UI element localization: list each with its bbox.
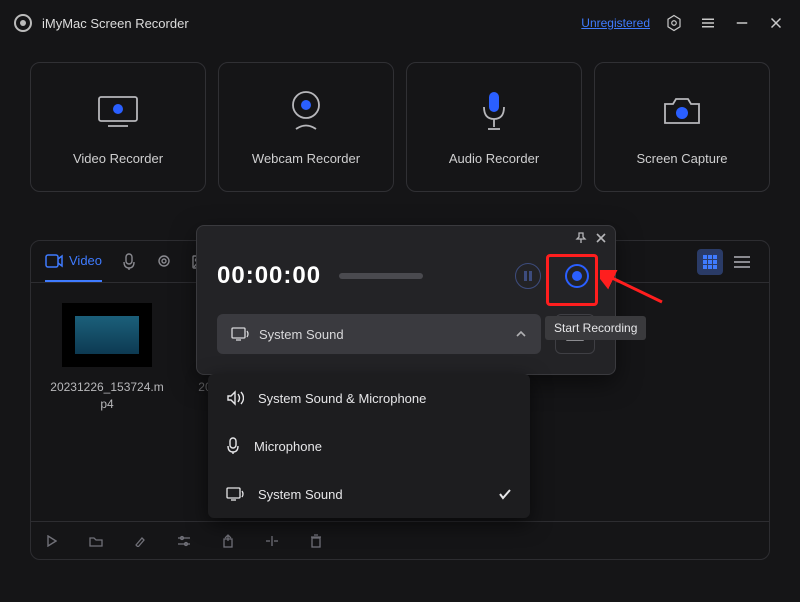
library-footer: [31, 521, 769, 559]
dropdown-item-label: System Sound: [258, 487, 343, 502]
pin-icon[interactable]: [575, 232, 587, 244]
dropdown-item-label: Microphone: [254, 439, 322, 454]
app-window: iMyMac Screen Recorder Unregistered Vide…: [0, 0, 800, 602]
tab-video[interactable]: Video: [45, 241, 102, 282]
record-button[interactable]: [559, 258, 595, 294]
mode-label: Screen Capture: [636, 151, 727, 166]
recorder-panel-controls: [575, 232, 607, 244]
titlebar: iMyMac Screen Recorder Unregistered: [0, 0, 800, 46]
microphone-icon: [226, 437, 240, 455]
mode-audio-recorder[interactable]: Audio Recorder: [406, 62, 582, 192]
split-icon[interactable]: [265, 534, 279, 548]
dropdown-item-label: System Sound & Microphone: [258, 391, 426, 406]
mode-grid: Video Recorder Webcam Recorder Audio Rec…: [0, 46, 800, 192]
app-logo-icon: [14, 14, 32, 32]
display-icon: [96, 89, 140, 133]
mode-webcam-recorder[interactable]: Webcam Recorder: [218, 62, 394, 192]
folder-icon[interactable]: [89, 534, 103, 548]
mode-video-recorder[interactable]: Video Recorder: [30, 62, 206, 192]
titlebar-controls: Unregistered: [581, 13, 786, 33]
tab-label: Video: [69, 253, 102, 268]
menu-icon[interactable]: [698, 13, 718, 33]
edit-icon[interactable]: [133, 534, 147, 548]
pause-button[interactable]: [515, 263, 541, 289]
camera-icon: [660, 89, 704, 133]
display-sound-icon: [226, 487, 244, 501]
grid-view-button[interactable]: [697, 249, 723, 275]
export-icon[interactable]: [221, 534, 235, 548]
recorder-panel: 00:00:00 System Sound: [196, 225, 616, 375]
source-label: System Sound: [259, 327, 344, 342]
file-item[interactable]: 20231226_153724.mp4: [47, 303, 167, 413]
close-icon[interactable]: [766, 13, 786, 33]
trash-icon[interactable]: [309, 534, 323, 548]
dropdown-item-system-and-mic[interactable]: System Sound & Microphone: [208, 374, 530, 422]
view-toggle: [697, 249, 755, 275]
check-icon: [498, 488, 512, 500]
tooltip-start-recording: Start Recording: [545, 316, 646, 340]
audio-source-dropdown: System Sound & Microphone Microphone Sys…: [208, 374, 530, 518]
play-icon[interactable]: [45, 534, 59, 548]
close-panel-icon[interactable]: [595, 232, 607, 244]
webcam-icon: [284, 89, 328, 133]
progress-bar: [339, 273, 423, 279]
file-name: 20231226_153724.mp4: [47, 379, 167, 413]
tab-webcam[interactable]: [156, 254, 172, 270]
settings-slider-icon[interactable]: [177, 534, 191, 548]
dropdown-item-microphone[interactable]: Microphone: [208, 422, 530, 470]
display-sound-icon: [231, 327, 249, 341]
dropdown-item-system-sound[interactable]: System Sound: [208, 470, 530, 518]
mode-screen-capture[interactable]: Screen Capture: [594, 62, 770, 192]
audio-source-select[interactable]: System Sound: [217, 314, 541, 354]
recorder-row: 00:00:00: [197, 226, 615, 314]
chevron-up-icon: [515, 330, 527, 338]
mode-label: Video Recorder: [73, 151, 163, 166]
unregistered-link[interactable]: Unregistered: [581, 16, 650, 30]
thumbnail: [62, 303, 152, 367]
mode-label: Audio Recorder: [449, 151, 539, 166]
list-view-button[interactable]: [729, 249, 755, 275]
volume-icon: [226, 390, 244, 406]
recorder-timer: 00:00:00: [217, 262, 321, 290]
minimize-icon[interactable]: [732, 13, 752, 33]
settings-icon[interactable]: [664, 13, 684, 33]
mode-label: Webcam Recorder: [252, 151, 360, 166]
app-title: iMyMac Screen Recorder: [42, 16, 189, 31]
tab-audio[interactable]: [122, 253, 136, 271]
microphone-icon: [472, 89, 516, 133]
